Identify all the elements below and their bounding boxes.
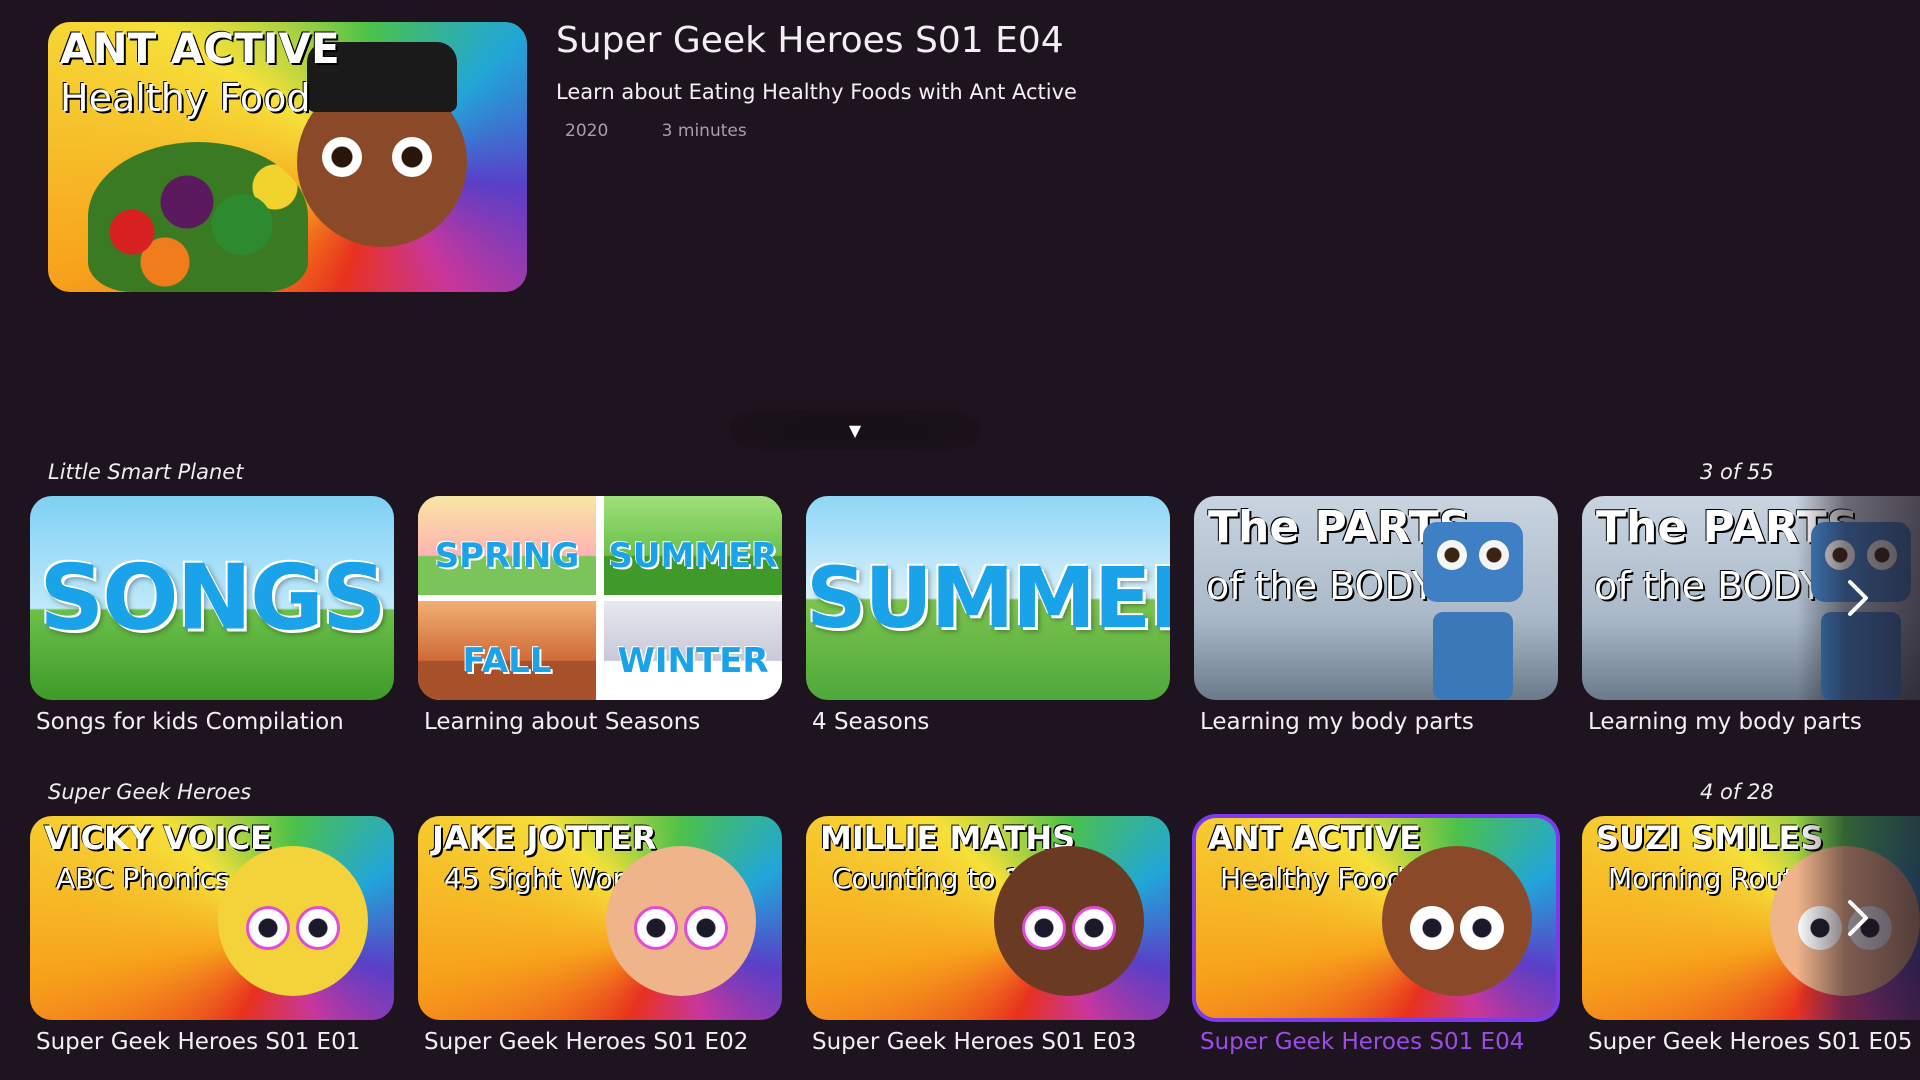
card-thumb-art-text: SUMMER: [806, 549, 1170, 647]
card-thumb-art-text: VICKY VOICE: [44, 819, 272, 857]
card-thumbnail: ANT ACTIVE Healthy Food: [1192, 814, 1560, 1022]
card-thumb-art-text: ANT ACTIVE: [1208, 819, 1422, 857]
card-label: 4 Seasons: [812, 709, 930, 735]
season-quadrant-fall: FALL: [418, 601, 596, 700]
expand-details-button[interactable]: ▼: [730, 410, 980, 450]
card-thumb-art-subtext: ABC Phonics: [56, 862, 230, 895]
card-thumbnail: MILLIE MATHS Counting to 10: [806, 816, 1170, 1020]
card-learning-seasons[interactable]: SPRING SUMMER FALL WINTER Learning about…: [418, 496, 782, 735]
card-episode-e03[interactable]: MILLIE MATHS Counting to 10 Super Geek H…: [806, 816, 1170, 1055]
card-4-seasons[interactable]: SUMMER 4 Seasons: [806, 496, 1170, 735]
card-thumb-art-text: WINTER: [617, 641, 769, 681]
card-thumb-art-text: SUMMER: [608, 536, 778, 576]
card-label: Super Geek Heroes S01 E03: [812, 1029, 1137, 1055]
card-label: Super Geek Heroes S01 E05: [1588, 1029, 1913, 1055]
card-thumb-art-text: SONGS: [39, 545, 386, 651]
season-quadrant-summer: SUMMER: [604, 496, 782, 595]
card-thumbnail: SONGS: [30, 496, 394, 700]
hero-title: Super Geek Heroes S01 E04: [556, 20, 1064, 61]
hero-description: Learn about Eating Healthy Foods with An…: [556, 80, 1077, 104]
vegetables-illustration: [88, 142, 308, 292]
card-label: Super Geek Heroes S01 E01: [36, 1029, 361, 1055]
card-thumb-art-text: MILLIE MATHS: [820, 819, 1076, 857]
row-title: Little Smart Planet: [48, 460, 244, 484]
card-thumb-art-subtext: of the BODY: [1594, 564, 1823, 608]
chevron-down-icon: ▼: [848, 420, 862, 440]
character-illustration: [1382, 846, 1532, 996]
hero-thumbnail[interactable]: ANT ACTIVE Healthy Food: [48, 22, 527, 292]
hero-thumb-title: ANT ACTIVE: [60, 24, 340, 73]
robot-illustration: [1408, 522, 1538, 700]
card-thumb-art-text: FALL: [462, 641, 552, 681]
hero-meta: 2020 3 minutes: [565, 121, 795, 141]
card-thumb-art-subtext: Healthy Food: [1220, 862, 1405, 895]
row-next-button[interactable]: [1796, 496, 1920, 700]
card-label: Learning about Seasons: [424, 709, 701, 735]
card-thumb-art-text: SPRING: [434, 536, 580, 576]
row-next-button[interactable]: [1796, 816, 1920, 1020]
card-thumbnail: SUMMER: [806, 496, 1170, 700]
card-songs-compilation[interactable]: SONGS Songs for kids Compilation: [30, 496, 394, 735]
card-thumbnail: JAKE JOTTER 45 Sight Words: [418, 816, 782, 1020]
card-thumbnail: VICKY VOICE ABC Phonics: [30, 816, 394, 1020]
character-illustration: [606, 846, 756, 996]
row-title: Super Geek Heroes: [48, 780, 252, 804]
card-thumb-art-text: SUZI SMILES: [1596, 819, 1824, 857]
card-body-parts[interactable]: The PARTS of the BODY Learning my body p…: [1194, 496, 1558, 735]
card-thumbnail: SPRING SUMMER FALL WINTER: [418, 496, 782, 700]
hero-duration: 3 minutes: [661, 121, 747, 141]
chevron-right-icon: [1848, 900, 1868, 936]
chevron-right-icon: [1848, 580, 1868, 616]
card-episode-e01[interactable]: VICKY VOICE ABC Phonics Super Geek Heroe…: [30, 816, 394, 1055]
card-label: Super Geek Heroes S01 E04: [1200, 1029, 1525, 1055]
card-thumb-art-text: JAKE JOTTER: [432, 819, 657, 857]
character-illustration: [994, 846, 1144, 996]
season-quadrant-winter: WINTER: [604, 601, 782, 700]
character-illustration: [218, 846, 368, 996]
card-thumb-art-subtext: of the BODY: [1206, 564, 1435, 608]
card-episode-e02[interactable]: JAKE JOTTER 45 Sight Words Super Geek He…: [418, 816, 782, 1055]
card-label: Songs for kids Compilation: [36, 709, 344, 735]
card-label: Learning my body parts: [1588, 709, 1862, 735]
character-eyes-illustration: [322, 137, 432, 177]
row-position-counter: 4 of 28: [1700, 780, 1774, 804]
row-position-counter: 3 of 55: [1700, 460, 1774, 484]
card-episode-e04[interactable]: ANT ACTIVE Healthy Food Super Geek Heroe…: [1192, 814, 1560, 1055]
card-label: Learning my body parts: [1200, 709, 1474, 735]
card-label: Super Geek Heroes S01 E02: [424, 1029, 749, 1055]
card-thumbnail: The PARTS of the BODY: [1194, 496, 1558, 700]
hero-thumb-subtitle: Healthy Food: [60, 76, 311, 120]
hero-year: 2020: [565, 121, 609, 141]
season-quadrant-spring: SPRING: [418, 496, 596, 595]
